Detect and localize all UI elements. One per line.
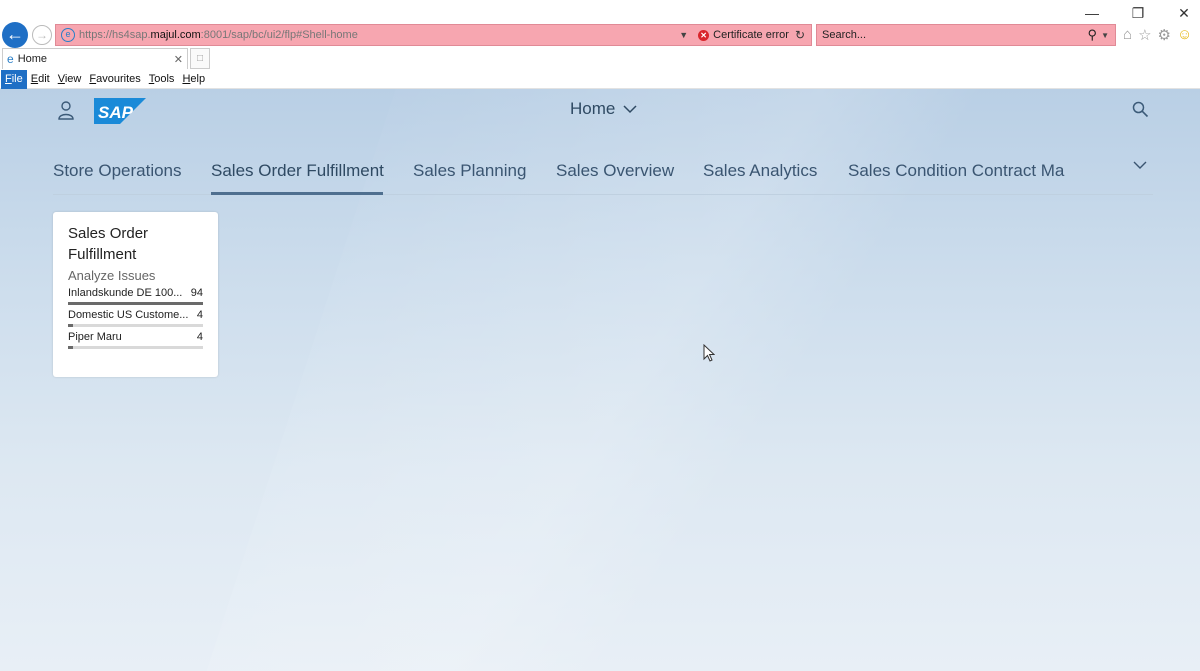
row-bar [68, 346, 203, 349]
browser-toolbar: ⌂ ☆ ⚙ ☺ [1123, 26, 1192, 44]
sap-logo[interactable]: SAP [94, 98, 146, 124]
tile-title-line1: Sales Order [68, 225, 149, 242]
shell-title: Home [570, 99, 616, 118]
search-dropdown-icon[interactable]: ▼ [1101, 31, 1109, 40]
tab-overflow-chevron-icon[interactable] [1133, 161, 1147, 170]
menu-view[interactable]: View [54, 70, 86, 89]
close-button[interactable]: ✕ [1176, 4, 1192, 22]
menu-edit[interactable]: Edit [27, 70, 54, 89]
new-tab-button[interactable]: □ [190, 48, 210, 69]
url-text[interactable]: https://hs4sap.majul.com:8001/sap/bc/ui2… [79, 29, 679, 41]
row-bar-fill [68, 324, 74, 327]
sales-order-fulfillment-tile[interactable]: Sales Order Fulfillment Analyze Issues I… [53, 212, 218, 377]
row-bar [68, 302, 203, 305]
forward-button[interactable]: → [32, 25, 52, 45]
favorites-star-icon[interactable]: ☆ [1138, 26, 1151, 44]
menu-tools[interactable]: Tools [145, 70, 179, 89]
browser-chrome: — ❐ ✕ ← → e https://hs4sap.majul.com:800… [0, 0, 1200, 89]
home-icon[interactable]: ⌂ [1123, 26, 1132, 44]
tab-store-operations[interactable]: Store Operations [53, 161, 182, 181]
back-button[interactable]: ← [2, 22, 28, 48]
feedback-smiley-icon[interactable]: ☺ [1177, 26, 1192, 44]
menu-favourites[interactable]: Favourites [85, 70, 144, 89]
tab-close-icon[interactable]: ✕ [174, 53, 183, 66]
tab-sales-order-fulfillment[interactable]: Sales Order Fulfillment [211, 161, 384, 181]
restore-button[interactable]: ❐ [1130, 4, 1146, 22]
sap-logo-text: SAP [98, 103, 134, 122]
row-bar-fill [68, 346, 74, 349]
tile-row: Piper Maru 4 [68, 331, 203, 349]
menu-help[interactable]: Help [178, 70, 209, 89]
row-name: Domestic US Custome... [68, 309, 189, 321]
menu-file[interactable]: File [1, 69, 27, 89]
tile-row: Domestic US Custome... 4 [68, 309, 203, 327]
address-bar[interactable]: e https://hs4sap.majul.com:8001/sap/bc/u… [55, 24, 812, 46]
menu-bar: File Edit View Favourites Tools Help [0, 69, 1200, 89]
minimize-button[interactable]: — [1084, 4, 1100, 22]
refresh-icon[interactable]: ↻ [795, 28, 805, 42]
tab-sales-overview[interactable]: Sales Overview [556, 161, 674, 181]
ie-icon: e [7, 52, 14, 66]
chevron-down-icon [623, 104, 637, 113]
row-value: 94 [190, 287, 203, 299]
shell-title-menu[interactable]: Home [570, 99, 637, 119]
mouse-cursor-icon [703, 344, 715, 362]
row-name: Inlandskunde DE 100... [68, 287, 183, 299]
row-bar-fill [68, 302, 203, 305]
selected-tab-indicator [211, 192, 383, 195]
group-tab-bar: Store Operations Sales Order Fulfillment… [53, 149, 1153, 195]
fiori-launchpad: SAP Home Store Operations Sales Order Fu… [0, 89, 1200, 671]
url-rest: :8001/sap/bc/ui2/flp#Shell-home [200, 29, 358, 41]
shell-search-icon[interactable] [1132, 101, 1149, 118]
certificate-error-icon[interactable]: ✕ [698, 29, 710, 41]
tile-subtitle: Analyze Issues [68, 268, 156, 283]
search-icon[interactable]: ⚲ [1088, 27, 1098, 43]
tab-sales-condition-contract[interactable]: Sales Condition Contract Ma [848, 161, 1064, 181]
row-value: 4 [196, 309, 203, 321]
row-value: 4 [196, 331, 203, 343]
tile-title-line2: Fulfillment [68, 246, 137, 263]
browser-search-box[interactable]: Search... ⚲ ▼ [816, 24, 1116, 46]
tab-sales-analytics[interactable]: Sales Analytics [703, 161, 817, 181]
row-bar [68, 324, 203, 327]
user-icon[interactable] [58, 100, 74, 120]
window-controls: — ❐ ✕ [1084, 4, 1192, 22]
url-host: majul.com [150, 29, 201, 41]
settings-gear-icon[interactable]: ⚙ [1158, 26, 1171, 44]
browser-tab-label: Home [17, 53, 48, 65]
search-placeholder: Search... [822, 29, 867, 41]
row-name: Piper Maru [68, 331, 122, 343]
browser-tab-home[interactable]: e Home ✕ [2, 48, 188, 69]
url-prefix: https://hs4sap. [79, 29, 151, 41]
tab-sales-planning[interactable]: Sales Planning [413, 161, 526, 181]
address-dropdown-icon[interactable]: ▼ [679, 30, 688, 40]
tile-row: Inlandskunde DE 100... 94 [68, 287, 203, 305]
certificate-error-label[interactable]: Certificate error [713, 29, 789, 41]
page-globe-icon: e [61, 28, 75, 42]
